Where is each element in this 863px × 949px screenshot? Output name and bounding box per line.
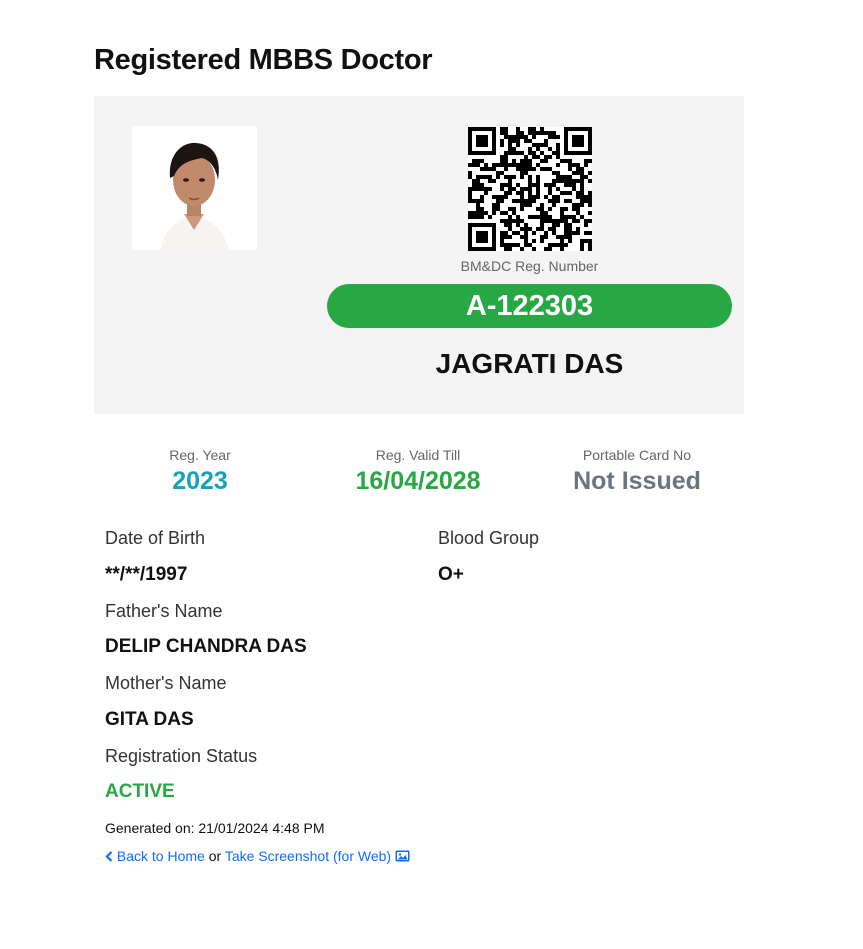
- mother-name-label: Mother's Name: [105, 673, 227, 693]
- qr-code-icon: [468, 127, 592, 251]
- blood-group-label: Blood Group: [438, 528, 540, 548]
- generated-timestamp: Generated on: 21/01/2024 4:48 PM: [105, 820, 325, 836]
- dob-value: **/**/1997: [105, 564, 188, 585]
- chevron-left-icon: [105, 849, 113, 865]
- stat-valid-till: Reg. Valid Till 16/04/2028: [313, 447, 523, 496]
- image-icon: [395, 849, 410, 865]
- stat-value: 2023: [172, 467, 228, 495]
- blood-group-value: O+: [438, 564, 464, 585]
- stat-label: Reg. Year: [169, 447, 231, 463]
- stat-value: Not Issued: [573, 467, 701, 495]
- doctor-photo-image: [132, 126, 257, 250]
- reg-number-label: BM&DC Reg. Number: [460, 258, 599, 274]
- stat-value: 16/04/2028: [355, 467, 481, 495]
- take-screenshot-link[interactable]: Take Screenshot (for Web): [225, 848, 410, 864]
- take-screenshot-label: Take Screenshot (for Web): [224, 848, 392, 864]
- doctor-name: JAGRATI DAS: [435, 348, 624, 379]
- back-to-home-link[interactable]: Back to Home: [105, 848, 205, 864]
- registration-status-label: Registration Status: [105, 746, 258, 766]
- dob-label: Date of Birth: [105, 528, 206, 548]
- doctor-photo: [132, 126, 257, 250]
- stat-reg-year: Reg. Year 2023: [95, 447, 305, 496]
- back-to-home-label: Back to Home: [116, 848, 205, 864]
- father-name-label: Father's Name: [105, 601, 223, 621]
- footer-links: Back to Home or Take Screenshot (for Web…: [105, 848, 410, 865]
- or-text: or: [208, 848, 222, 864]
- registration-status-value: ACTIVE: [105, 781, 175, 802]
- reg-number-badge: A-122303: [327, 284, 732, 328]
- mother-name-value: GITA DAS: [105, 709, 194, 730]
- stat-label: Portable Card No: [582, 447, 692, 463]
- stat-portable-card: Portable Card No Not Issued: [532, 447, 742, 496]
- doctor-card: BM&DC Reg. Number A-122303 JAGRATI DAS: [94, 96, 744, 414]
- page-title: Registered MBBS Doctor: [94, 44, 433, 76]
- father-name-value: DELIP CHANDRA DAS: [105, 636, 307, 657]
- stat-label: Reg. Valid Till: [375, 447, 461, 463]
